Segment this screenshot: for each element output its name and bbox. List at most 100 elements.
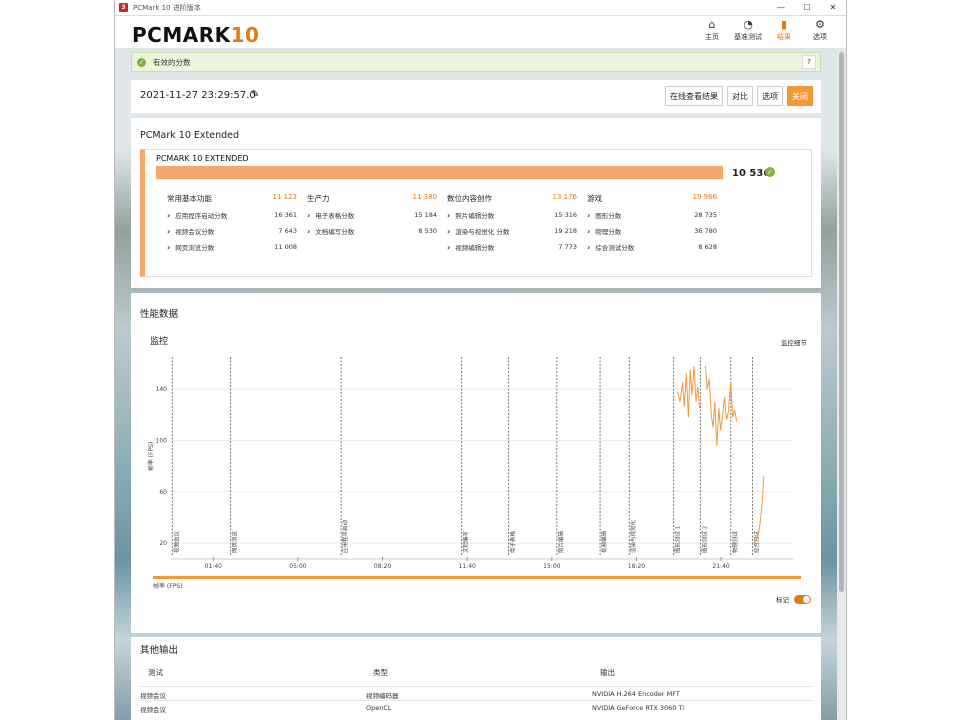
y-axis-title: 帧率 (FPS) xyxy=(147,442,155,471)
phase-marker-label: 视频会议 xyxy=(172,530,180,553)
subscore-value: 36 780 xyxy=(694,227,717,235)
nav-label: 选项 xyxy=(813,33,827,41)
maximize-icon[interactable]: ☐ xyxy=(794,3,820,12)
subscore-row[interactable]: 物理分数 36 780 xyxy=(587,223,717,239)
marker-toggle[interactable] xyxy=(794,594,811,604)
phase-marker-label: 文档编写 xyxy=(462,530,470,553)
valid-score-text: 有效的分数 xyxy=(153,57,191,67)
scrollbar-thumb[interactable] xyxy=(839,52,844,592)
subscore-row[interactable]: 应用程序启动分数 16 361 xyxy=(167,207,297,223)
row-2-type: OpenCL xyxy=(366,704,392,712)
category-score: 11 123 xyxy=(272,193,298,201)
nav-item-3[interactable]: ⚙ 选项 xyxy=(804,18,836,42)
score-check-icon: ✓ xyxy=(765,167,775,177)
subscore-value: 15 184 xyxy=(414,211,437,219)
subscore-row[interactable]: 综合测试分数 8 628 xyxy=(587,239,717,255)
nav-item-2[interactable]: ▮ 结果 xyxy=(768,18,800,42)
edit-pencil-icon[interactable]: ✎ xyxy=(251,89,259,100)
subscore-value: 8 530 xyxy=(418,227,437,235)
y-tick-label: 100 xyxy=(156,437,168,444)
col-header-output: 输出 xyxy=(600,668,615,677)
subscore-value: 7 643 xyxy=(278,227,297,235)
subscore-label: 渲染与视觉化 分数 xyxy=(447,226,509,236)
close-button[interactable]: 关闭 xyxy=(787,86,813,106)
subscore-row[interactable]: 渲染与视觉化 分数 19 218 xyxy=(447,223,577,239)
help-button[interactable]: ? xyxy=(802,55,816,69)
app-header: PCMARK10 ⌂ 主页 ◔ 基准测试 ▮ 结果 ⚙ 选项 xyxy=(115,16,846,48)
result-datetime: 2021-11-27 23:29:57.0 xyxy=(140,90,256,101)
bar-chart-icon: ▮ xyxy=(780,18,788,31)
title-bar: 3 PCMark 10 进阶版本 — ☐ ✕ xyxy=(115,0,846,16)
y-tick-label: 20 xyxy=(159,540,167,547)
category-1: 生产力 11 380 电子表格分数 15 184 文档编写分数 8 530 xyxy=(307,193,437,239)
check-icon: ✓ xyxy=(137,57,146,67)
home-icon: ⌂ xyxy=(708,18,716,31)
fps-chart: 20 60 100 140 帧率 (FPS) 01:40 05:00 08:20 11:40 15… xyxy=(147,357,801,590)
subscore-row[interactable]: 电子表格分数 15 184 xyxy=(307,207,437,223)
subscore-row[interactable]: 照片编辑分数 15 316 xyxy=(447,207,577,223)
performance-panel: 性能数据 监控 监控细节 20 60 100 140 帧率 (FPS) 01:40 05:0… xyxy=(131,293,821,633)
subscore-label: 综合测试分数 xyxy=(587,242,634,252)
subscore-value: 28 735 xyxy=(694,211,717,219)
close-window-icon[interactable]: ✕ xyxy=(820,3,846,12)
app-window: 3 PCMark 10 进阶版本 — ☐ ✕ PCMARK10 ⌂ 主页 ◔ 基准测试… xyxy=(114,0,847,720)
subscore-label: 图形分数 xyxy=(587,210,621,220)
window-title: PCMark 10 进阶版本 xyxy=(133,3,201,12)
phase-marker-label: 应用程序启动 xyxy=(341,519,349,553)
table-divider xyxy=(140,686,812,687)
subscore-label: 应用程序启动分数 xyxy=(167,210,227,220)
row-1-output: NVIDIA H.264 Encoder MFT xyxy=(592,690,680,698)
phase-marker-label: 照片编辑 xyxy=(557,530,565,553)
benchmark-name: PCMARK 10 EXTENDED xyxy=(156,154,249,163)
nav-label: 主页 xyxy=(705,33,719,41)
app-icon: 3 xyxy=(119,3,128,12)
result-header-panel: 2021-11-27 23:29:57.0 ✎ 在线查看结果 对比 选项 关闭 xyxy=(131,80,821,113)
other-output-title: 其他输出 xyxy=(140,645,179,656)
total-score-bar xyxy=(156,166,723,179)
subscore-value: 15 316 xyxy=(554,211,577,219)
subscore-row[interactable]: 图形分数 28 735 xyxy=(587,207,717,223)
subscore-row[interactable]: 视频会议分数 7 643 xyxy=(167,223,297,239)
subscore-row[interactable]: 视频编辑分数 7 773 xyxy=(447,239,577,255)
main-nav: ⌂ 主页 ◔ 基准测试 ▮ 结果 ⚙ 选项 xyxy=(696,18,836,42)
scrollbar[interactable] xyxy=(837,48,846,720)
compare-button[interactable]: 对比 xyxy=(727,86,753,106)
minimize-icon[interactable]: — xyxy=(768,3,794,12)
x-tick-label: 11:40 xyxy=(459,563,476,570)
category-0: 常用基本功能 11 123 应用程序启动分数 16 361 视频会议分数 7 643 网页浏… xyxy=(167,193,297,255)
category-3: 游戏 19 966 图形分数 28 735 物理分数 36 780 综合测试分数 8 628 xyxy=(587,193,717,255)
y-tick-label: 60 xyxy=(159,489,167,496)
subscore-value: 11 008 xyxy=(274,243,297,251)
subscore-label: 网页浏览分数 xyxy=(167,242,214,252)
category-name: 游戏 xyxy=(587,194,602,203)
subscore-value: 19 218 xyxy=(554,227,577,235)
valid-score-banner: ✓ 有效的分数 ? xyxy=(131,52,821,72)
subscore-value: 7 773 xyxy=(558,243,577,251)
category-name: 常用基本功能 xyxy=(167,194,212,203)
options-button[interactable]: 选项 xyxy=(757,86,783,106)
nav-label: 结果 xyxy=(777,33,791,41)
subscore-value: 16 361 xyxy=(274,211,297,219)
result-section-title: PCMark 10 Extended xyxy=(140,130,240,141)
row-1-test: 视频会议 xyxy=(140,692,166,700)
x-tick-label: 08:20 xyxy=(374,563,391,570)
subscore-value: 8 628 xyxy=(698,243,717,251)
other-output-panel: 其他输出 测试 类型 输出 视频会议 视频编码器 NVIDIA H.264 En… xyxy=(131,637,821,720)
phase-marker-label: 图形测试 2 xyxy=(700,526,708,553)
subscore-label: 文档编写分数 xyxy=(307,226,354,236)
gauge-icon: ◔ xyxy=(743,18,753,31)
category-score: 11 380 xyxy=(412,193,438,201)
nav-item-0[interactable]: ⌂ 主页 xyxy=(696,18,728,42)
col-header-type: 类型 xyxy=(373,668,388,677)
x-tick-label: 18:20 xyxy=(628,563,645,570)
marker-toggle-row: 标记 xyxy=(776,594,811,604)
subscore-label: 视频编辑分数 xyxy=(447,242,494,252)
row-2-output: NVIDIA GeForce RTX 3060 Ti xyxy=(592,704,685,712)
subscore-label: 照片编辑分数 xyxy=(447,210,494,220)
view-online-button[interactable]: 在线查看结果 xyxy=(665,86,723,106)
subscore-row[interactable]: 文档编写分数 8 530 xyxy=(307,223,437,239)
subscore-row[interactable]: 网页浏览分数 11 008 xyxy=(167,239,297,255)
pcmark-logo: PCMARK10 xyxy=(132,23,260,47)
nav-item-1[interactable]: ◔ 基准测试 xyxy=(732,18,764,42)
result-panel: PCMark 10 Extended PCMARK 10 EXTENDED 10… xyxy=(131,118,821,288)
